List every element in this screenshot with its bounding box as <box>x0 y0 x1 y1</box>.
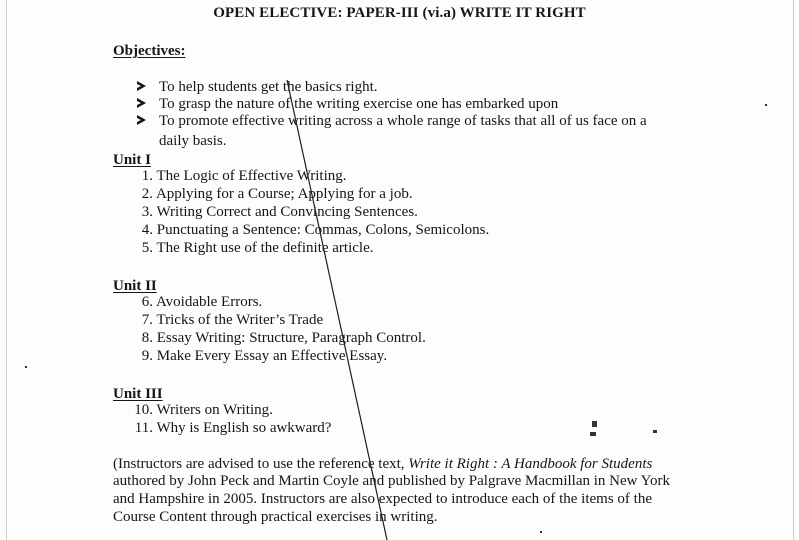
item-text: Writing Correct and Convincing Sentences… <box>156 204 418 220</box>
arrow-bullet-icon <box>137 115 146 125</box>
item-text: The Logic of Effective Writing. <box>156 168 347 184</box>
note-line: (Instructors are advised to use the refe… <box>113 456 652 473</box>
scan-border-left <box>6 0 7 540</box>
unit-3-heading: Unit III <box>113 386 163 402</box>
item-number: 7. <box>141 312 153 328</box>
item-text: The Right use of the definite article. <box>156 240 374 256</box>
unit-1-heading: Unit I <box>113 152 151 168</box>
item-number: 9. <box>141 348 153 364</box>
list-item: 6. Avoidable Errors. <box>129 294 263 311</box>
item-text: Avoidable Errors. <box>155 294 263 310</box>
item-text: Essay Writing: Structure, Paragraph Cont… <box>156 330 426 346</box>
scan-speck <box>540 531 542 533</box>
note-line: and Hampshire in 2005. Instructors are a… <box>113 491 652 507</box>
objective-text: To help students get the basics right. <box>159 79 378 95</box>
document-title: OPEN ELECTIVE: PAPER-III (vi.a) WRITE IT… <box>213 5 586 21</box>
item-number: 11. <box>134 420 153 436</box>
item-text: Tricks of the Writer’s Trade <box>156 312 324 328</box>
list-item: 9. Make Every Essay an Effective Essay. <box>129 348 387 365</box>
item-text: Why is English so awkward? <box>156 420 332 436</box>
item-number: 4. <box>141 222 153 238</box>
item-number: 2. <box>141 186 153 202</box>
item-text: Writers on Writing. <box>156 402 273 418</box>
note-line: authored by John Peck and Martin Coyle a… <box>113 473 670 489</box>
objectives-heading: Objectives: <box>113 43 186 59</box>
scan-speck <box>765 104 767 106</box>
objective-text-continued: daily basis. <box>159 133 227 149</box>
scan-speck <box>590 432 596 436</box>
list-item: 7. Tricks of the Writer’s Trade <box>129 312 323 329</box>
list-item: 4. Punctuating a Sentence: Commas, Colon… <box>129 222 489 239</box>
objective-text: To promote effective writing across a wh… <box>159 113 647 129</box>
list-item: 2. Applying for a Course; Applying for a… <box>129 186 413 203</box>
item-number: 1. <box>141 168 153 184</box>
note-line: Course Content through practical exercis… <box>113 509 438 525</box>
document-page: OPEN ELECTIVE: PAPER-III (vi.a) WRITE IT… <box>0 0 799 540</box>
list-item: 3. Writing Correct and Convincing Senten… <box>129 204 418 221</box>
list-item: 1. The Logic of Effective Writing. <box>129 168 347 185</box>
list-item: 11. Why is English so awkward? <box>129 420 332 437</box>
item-number: 3. <box>141 204 153 220</box>
item-number: 8. <box>141 330 153 346</box>
list-item: 8. Essay Writing: Structure, Paragraph C… <box>129 330 426 347</box>
list-item: 10. Writers on Writing. <box>129 402 273 419</box>
list-item: 5. The Right use of the definite article… <box>129 240 374 257</box>
item-text: Make Every Essay an Effective Essay. <box>156 348 388 364</box>
item-number: 10. <box>134 402 153 418</box>
arrow-bullet-icon <box>137 81 146 91</box>
unit-2-heading: Unit II <box>113 278 157 294</box>
scan-speck <box>592 421 597 427</box>
item-text: Applying for a Course; Applying for a jo… <box>155 186 413 202</box>
reference-title: Write it Right : A Handbook for Students <box>408 456 653 472</box>
note-text: (Instructors are advised to use the refe… <box>113 456 409 472</box>
item-number: 6. <box>141 294 153 310</box>
arrow-bullet-icon <box>137 98 146 108</box>
objective-text: To grasp the nature of the writing exerc… <box>159 96 559 112</box>
item-number: 5. <box>141 240 153 256</box>
item-text: Punctuating a Sentence: Commas, Colons, … <box>156 222 490 238</box>
scan-speck <box>653 430 657 433</box>
scan-speck <box>25 366 27 368</box>
scan-border-right <box>793 0 794 540</box>
